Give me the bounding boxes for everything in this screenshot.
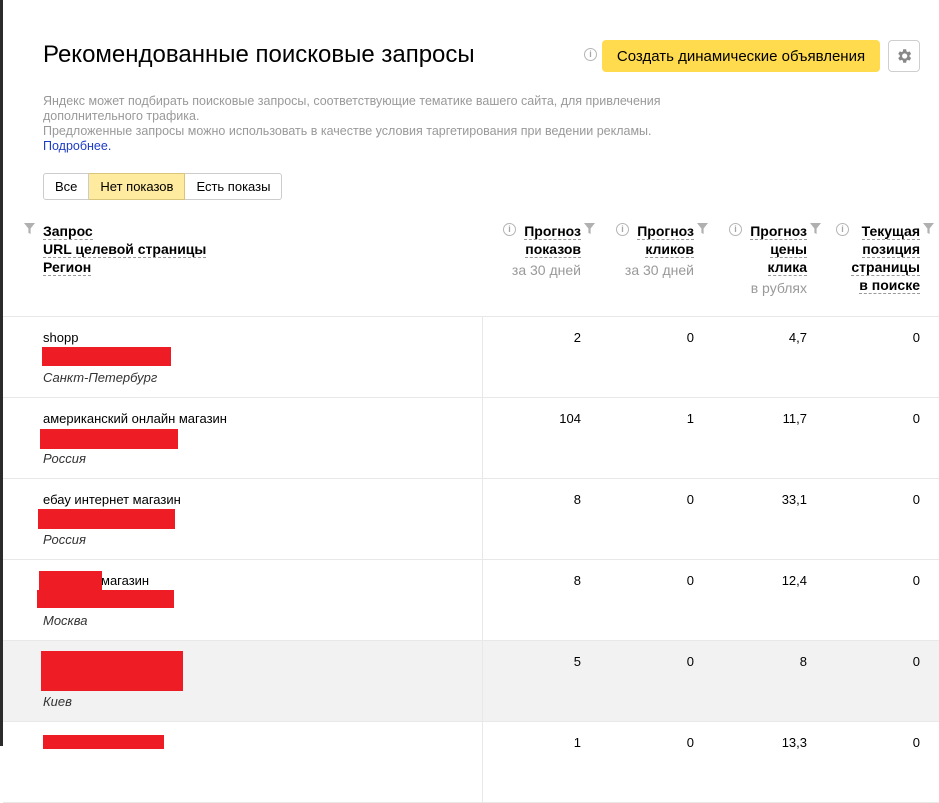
- row-clicks: 0: [686, 573, 694, 588]
- row-region: Россия: [43, 451, 86, 466]
- row-position: 0: [912, 411, 920, 426]
- table-row[interactable]: 1 0 13,3 0: [3, 722, 939, 803]
- table-row[interactable]: магазин Москва 8 0 12,4 0: [3, 560, 939, 641]
- header-price-line1: Прогноз: [750, 223, 807, 240]
- header-price-line2: цены: [770, 241, 807, 258]
- create-dynamic-ads-button[interactable]: Создать динамические объявления: [602, 40, 880, 72]
- row-impressions: 8: [573, 573, 581, 588]
- redacted-query: [43, 735, 164, 749]
- column-header-clicks[interactable]: Прогноз кликов за 30 дней: [594, 222, 694, 279]
- row-region: Киев: [43, 694, 72, 709]
- row-clicks: 1: [686, 411, 694, 426]
- queries-table: shopp Санкт-Петербург 2 0 4,7 0 американ…: [3, 316, 939, 803]
- header-clicks-line1: Прогноз: [637, 223, 694, 240]
- header-impressions-line1: Прогноз: [524, 223, 581, 240]
- row-query: ебау интернет магазин: [43, 492, 181, 507]
- column-header-query[interactable]: Запрос URL целевой страницы Регион: [43, 222, 207, 276]
- redacted-url: [40, 429, 178, 449]
- redacted-url: [38, 509, 175, 529]
- row-position: 0: [912, 654, 920, 669]
- more-link-suffix: .: [107, 139, 112, 153]
- row-region: Москва: [43, 613, 88, 628]
- column-header-impressions[interactable]: Прогноз показов за 30 дней: [481, 222, 581, 279]
- row-query: магазин: [101, 573, 150, 588]
- table-row[interactable]: ебау интернет магазин Россия 8 0 33,1 0: [3, 479, 939, 560]
- tab-no-impressions[interactable]: Нет показов: [89, 173, 186, 200]
- header-position-line4: в поиске: [859, 277, 920, 294]
- header-region-label: Регион: [43, 259, 92, 276]
- redacted-query: [39, 571, 102, 591]
- redacted-url: [42, 347, 171, 366]
- description: Яндекс может подбирать поисковые запросы…: [43, 94, 703, 154]
- description-line-2: Предложенные запросы можно использовать …: [43, 124, 652, 138]
- row-position: 0: [912, 492, 920, 507]
- redacted-query-url: [41, 651, 183, 691]
- header-clicks-line2: кликов: [645, 241, 694, 258]
- row-query: shopp: [43, 330, 79, 345]
- table-row[interactable]: shopp Санкт-Петербург 2 0 4,7 0: [3, 317, 939, 398]
- tab-has-impressions[interactable]: Есть показы: [185, 173, 283, 200]
- funnel-icon[interactable]: [923, 223, 934, 234]
- header-price-sub: в рублях: [750, 280, 807, 296]
- row-impressions: 8: [573, 492, 581, 507]
- row-clicks: 0: [686, 330, 694, 345]
- row-position: 0: [912, 573, 920, 588]
- column-header-price[interactable]: Прогноз цены клика в рублях: [707, 222, 807, 297]
- funnel-icon[interactable]: [24, 223, 35, 234]
- table-row[interactable]: Киев 5 0 8 0: [3, 641, 939, 722]
- filter-tabs: Все Нет показов Есть показы: [43, 173, 283, 200]
- row-position: 0: [912, 330, 920, 345]
- header-clicks-sub: за 30 дней: [624, 262, 694, 278]
- header-position-line2: позиция: [862, 241, 920, 258]
- row-impressions: 1: [573, 735, 581, 750]
- row-impressions: 5: [573, 654, 581, 669]
- row-impressions: 104: [559, 411, 581, 426]
- header-query-label: Запрос: [43, 223, 93, 240]
- row-clicks: 0: [686, 492, 694, 507]
- tab-all[interactable]: Все: [43, 173, 90, 200]
- row-price: 8: [799, 654, 807, 669]
- row-price: 33,1: [781, 492, 807, 507]
- header-url-label: URL целевой страницы: [43, 241, 207, 258]
- row-price: 4,7: [788, 330, 807, 345]
- gear-icon: [898, 49, 912, 63]
- row-price: 11,7: [782, 411, 807, 426]
- header-price-line3: клика: [767, 259, 807, 276]
- row-region: Россия: [43, 532, 86, 547]
- more-link[interactable]: Подробнее: [43, 139, 108, 153]
- row-position: 0: [912, 735, 920, 750]
- description-line-1: Яндекс может подбирать поисковые запросы…: [43, 94, 661, 123]
- row-region: Санкт-Петербург: [43, 370, 158, 385]
- row-clicks: 0: [686, 735, 694, 750]
- row-price: 13,3: [781, 735, 807, 750]
- row-clicks: 0: [686, 654, 694, 669]
- column-header-position[interactable]: Текущая позиция страницы в поиске: [820, 222, 920, 294]
- row-query: американский онлайн магазин: [43, 411, 227, 426]
- table-row[interactable]: американский онлайн магазин Россия 104 1…: [3, 398, 939, 479]
- header-impressions-sub: за 30 дней: [511, 262, 581, 278]
- header-impressions-line2: показов: [525, 241, 581, 258]
- redacted-url: [37, 590, 174, 608]
- header-position-line1: Текущая: [861, 223, 920, 240]
- row-impressions: 2: [573, 330, 581, 345]
- header-position-line3: страницы: [851, 259, 920, 276]
- row-price: 12,4: [781, 573, 807, 588]
- page-title: Рекомендованные поисковые запросы: [43, 41, 475, 68]
- info-icon[interactable]: i: [584, 48, 597, 61]
- settings-button[interactable]: [888, 40, 920, 72]
